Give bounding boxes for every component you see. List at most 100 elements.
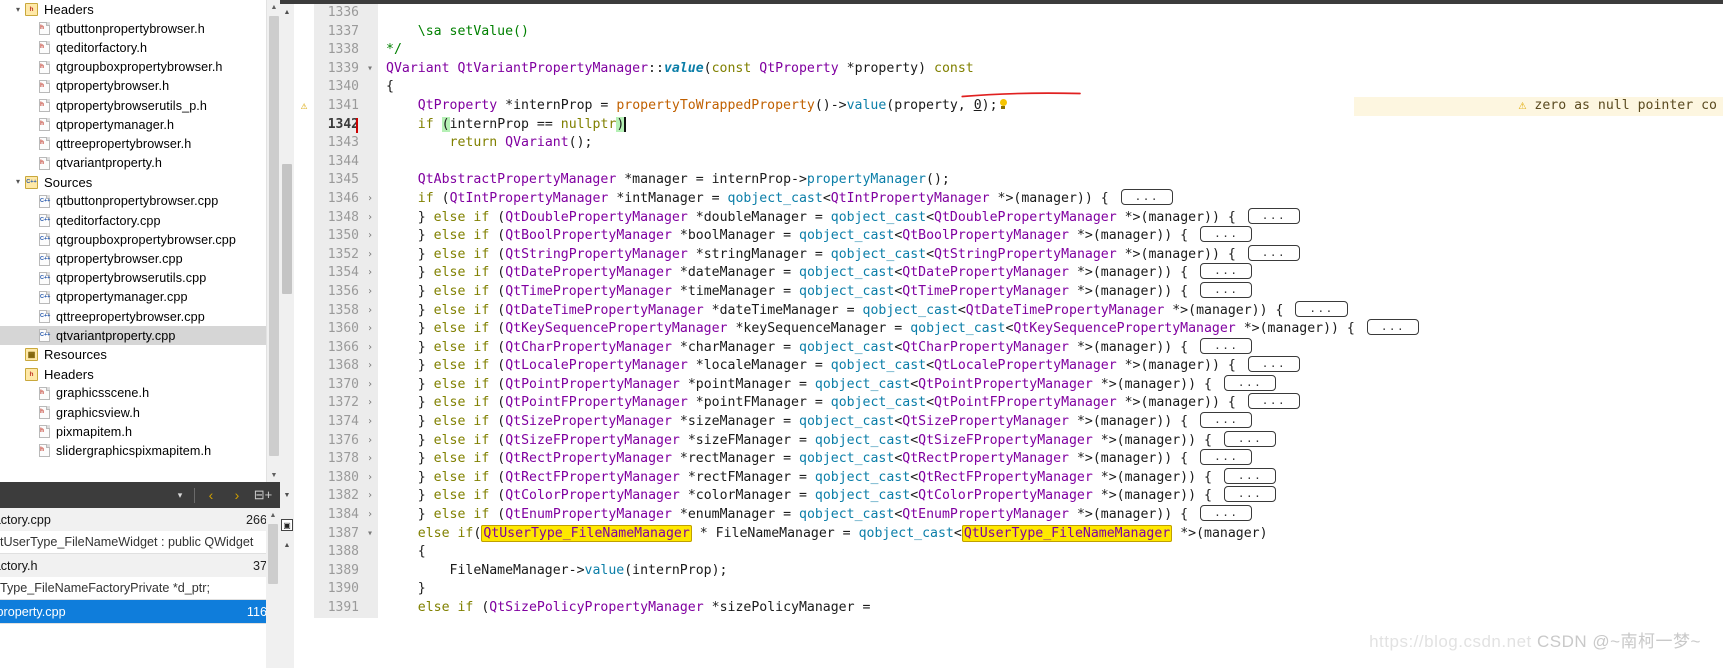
editor-split-marker-icon[interactable]: ▣ <box>281 519 293 531</box>
code-line[interactable]: 1382 › } else if (QtColorPropertyManager … <box>294 486 1723 507</box>
search-result-file-header[interactable]: ntproperty.cpp 1165 <box>0 600 280 623</box>
code-fold-toggle-icon[interactable]: › <box>362 245 378 265</box>
search-results-panel[interactable]: rfactory.cpp 2662 tUserType_FileNameWidg… <box>0 508 280 668</box>
code-fold-toggle-icon[interactable] <box>362 22 378 42</box>
code-line[interactable]: 1343 return QVariant(); <box>294 134 1723 153</box>
code-text[interactable]: { <box>378 543 426 562</box>
search-result-line-text[interactable]: tUserType_FileNameWidget : public QWidge… <box>0 531 280 553</box>
tree-item-headers[interactable]: h Headers <box>0 365 280 384</box>
sr-scrollbar-thumb[interactable] <box>268 524 278 584</box>
tree-item-sources[interactable]: ▾ C++ Sources <box>0 173 280 192</box>
editor-left-scrollbar[interactable]: ▲ ▼ ▣ ▲ <box>280 4 294 668</box>
tree-item-qttreepropertybrowser-cpp[interactable]: C++ qttreepropertybrowser.cpp <box>0 307 280 326</box>
code-text[interactable]: \sa setValue() <box>378 23 529 42</box>
filter-dropdown-caret-icon[interactable]: ▾ <box>169 484 191 506</box>
code-line[interactable]: 1380 › } else if (QtRectFPropertyManager … <box>294 467 1723 488</box>
code-line[interactable]: 1358 › } else if (QtDateTimePropertyManag… <box>294 300 1723 321</box>
code-line[interactable]: 1337 \sa setValue() <box>294 22 1723 42</box>
code-line[interactable]: 1387 ▾ else if(QtUserType_FileNameManager… <box>294 524 1723 544</box>
search-result-file-header[interactable]: rfactory.cpp 2662 <box>0 508 280 531</box>
code-line[interactable]: 1374 › } else if (QtSizePropertyManager *… <box>294 412 1723 432</box>
code-fold-toggle-icon[interactable] <box>362 41 378 60</box>
code-text[interactable]: } else if (QtRectPropertyManager *rectMa… <box>378 449 1253 469</box>
code-fold-toggle-icon[interactable]: › <box>362 264 378 283</box>
code-line[interactable]: 1336 <box>294 4 1723 23</box>
code-text[interactable]: else if(QtUserType_FileNameManager * Fil… <box>378 524 1268 544</box>
code-fold-toggle-icon[interactable]: › <box>362 320 378 339</box>
code-text[interactable]: QtProperty *internProp = propertyToWrapp… <box>378 97 1008 116</box>
tree-twisty-icon[interactable]: ▾ <box>12 5 24 14</box>
code-line[interactable]: 1354 › } else if (QtDatePropertyManager *… <box>294 263 1723 283</box>
tree-item-qtpropertybrowserutils-cpp[interactable]: C++ qtpropertybrowserutils.cpp <box>0 269 280 288</box>
sr-scroll-up-icon[interactable]: ▲ <box>266 508 280 522</box>
code-editor[interactable]: ▲ ▼ ▣ ▲ ⚠ zero as null pointer co 1336 13… <box>280 0 1723 668</box>
code-text[interactable]: if (QtIntPropertyManager *intManager = q… <box>378 188 1174 209</box>
search-result-group[interactable]: rfactory.cpp 2662 tUserType_FileNameWidg… <box>0 508 280 554</box>
code-text[interactable]: return QVariant(); <box>378 134 593 153</box>
tree-item-qtpropertymanager-cpp[interactable]: C++ qtpropertymanager.cpp <box>0 288 280 307</box>
next-result-icon[interactable]: › <box>224 484 250 506</box>
code-fold-toggle-icon[interactable] <box>362 78 378 97</box>
code-fold-toggle-icon[interactable]: › <box>362 394 378 414</box>
code-fold-toggle-icon[interactable]: › <box>362 357 378 376</box>
code-line[interactable]: ⚠ 1341 QtProperty *internProp = propertyT… <box>294 96 1723 116</box>
code-line[interactable]: 1338 */ <box>294 41 1723 60</box>
tree-item-qtgroupboxpropertybrowser-cpp[interactable]: C++ qtgroupboxpropertybrowser.cpp <box>0 230 280 249</box>
code-text[interactable]: } <box>378 580 426 599</box>
tree-item-headers[interactable]: ▾ h Headers <box>0 0 280 19</box>
code-line[interactable]: 1368 › } else if (QtLocalePropertyManager… <box>294 356 1723 376</box>
editor-scroll-up-icon[interactable]: ▲ <box>280 6 294 19</box>
code-line[interactable]: 1366 › } else if (QtCharPropertyManager *… <box>294 337 1723 358</box>
search-result-file-header[interactable]: rfactory.h 374 <box>0 554 280 577</box>
code-line[interactable]: 1346 › if (QtIntPropertyManager *intManag… <box>294 188 1723 209</box>
code-fold-toggle-icon[interactable]: ▾ <box>362 524 378 544</box>
code-line[interactable]: 1390 } <box>294 580 1723 599</box>
code-text[interactable]: } else if (QtRectFPropertyManager *rectF… <box>378 467 1277 488</box>
code-text[interactable]: else if (QtSizePolicyPropertyManager *si… <box>378 599 871 618</box>
code-lines-container[interactable]: ⚠ zero as null pointer co 1336 1337 \sa s… <box>294 4 1723 668</box>
code-fold-toggle-icon[interactable] <box>362 599 378 618</box>
code-text[interactable]: } else if (QtTimePropertyManager *timeMa… <box>378 281 1253 302</box>
editor-scroll-down-icon[interactable]: ▼ <box>280 489 294 502</box>
scroll-down-arrow-icon[interactable]: ▼ <box>267 468 280 482</box>
code-line[interactable]: 1345 QtAbstractPropertyManager *manager … <box>294 171 1723 190</box>
code-fold-toggle-icon[interactable]: › <box>362 301 378 321</box>
code-line[interactable]: 1356 › } else if (QtTimePropertyManager *… <box>294 281 1723 302</box>
tree-item-qtvariantproperty-cpp[interactable]: C++ qtvariantproperty.cpp <box>0 326 280 346</box>
code-fold-toggle-icon[interactable] <box>362 134 378 153</box>
code-fold-toggle-icon[interactable]: › <box>362 189 378 209</box>
code-fold-toggle-icon[interactable]: › <box>362 282 378 302</box>
editor-scrollbar-thumb[interactable] <box>282 164 292 294</box>
tree-item-qteditorfactory-cpp[interactable]: C++ qteditorfactory.cpp <box>0 211 280 230</box>
tree-twisty-icon[interactable]: ▾ <box>12 178 24 186</box>
code-line[interactable]: 1372 › } else if (QtPointFPropertyManager… <box>294 393 1723 414</box>
code-text[interactable]: } else if (QtPointFPropertyManager *poin… <box>378 393 1301 413</box>
tree-item-slidergraphicspixmapitem-h[interactable]: h slidergraphicspixmapitem.h <box>0 441 280 460</box>
tree-item-qtpropertybrowser-h[interactable]: h qtpropertybrowser.h <box>0 77 280 96</box>
code-fold-toggle-icon[interactable]: ▾ <box>362 59 378 79</box>
code-text[interactable]: FileNameManager->value(internProp); <box>378 562 728 581</box>
tree-item-pixmapitem-h[interactable]: h pixmapitem.h <box>0 422 280 441</box>
code-line[interactable]: 1344 <box>294 152 1723 172</box>
code-fold-toggle-icon[interactable] <box>362 171 378 190</box>
code-fold-toggle-icon[interactable] <box>362 4 378 23</box>
code-fold-toggle-icon[interactable]: › <box>362 375 378 395</box>
code-line[interactable]: 1391 else if (QtSizePolicyPropertyManage… <box>294 599 1723 618</box>
code-text[interactable]: } else if (QtKeySequencePropertyManager … <box>378 319 1420 339</box>
project-file-tree[interactable]: ▾ h Headers h qtbuttonpropertybrowser.h h qted… <box>0 0 280 482</box>
code-line[interactable]: 1350 › } else if (QtBoolPropertyManager *… <box>294 226 1723 246</box>
warning-gutter-icon[interactable]: ⚠ <box>294 97 314 116</box>
code-text[interactable]: } else if (QtLocalePropertyManager *loca… <box>378 356 1301 376</box>
code-line[interactable]: 1388 { <box>294 543 1723 562</box>
code-text[interactable]: */ <box>378 41 402 60</box>
code-text[interactable]: if (internProp == nullptr) <box>356 116 626 135</box>
tree-item-resources[interactable]: ▦ Resources <box>0 345 280 364</box>
code-fold-toggle-icon[interactable]: › <box>362 450 378 469</box>
code-text[interactable]: QtAbstractPropertyManager *manager = int… <box>378 171 950 190</box>
code-fold-toggle-icon[interactable] <box>362 580 378 599</box>
tree-item-qtgroupboxpropertybrowser-h[interactable]: h qtgroupboxpropertybrowser.h <box>0 58 280 77</box>
search-result-line-text[interactable]: Type_FileNameFactoryPrivate *d_ptr; <box>0 577 280 599</box>
code-line[interactable]: 1340 { <box>294 78 1723 97</box>
tree-item-qtvariantproperty-h[interactable]: h qtvariantproperty.h <box>0 154 280 173</box>
code-line[interactable]: 1378 › } else if (QtRectPropertyManager *… <box>294 449 1723 469</box>
